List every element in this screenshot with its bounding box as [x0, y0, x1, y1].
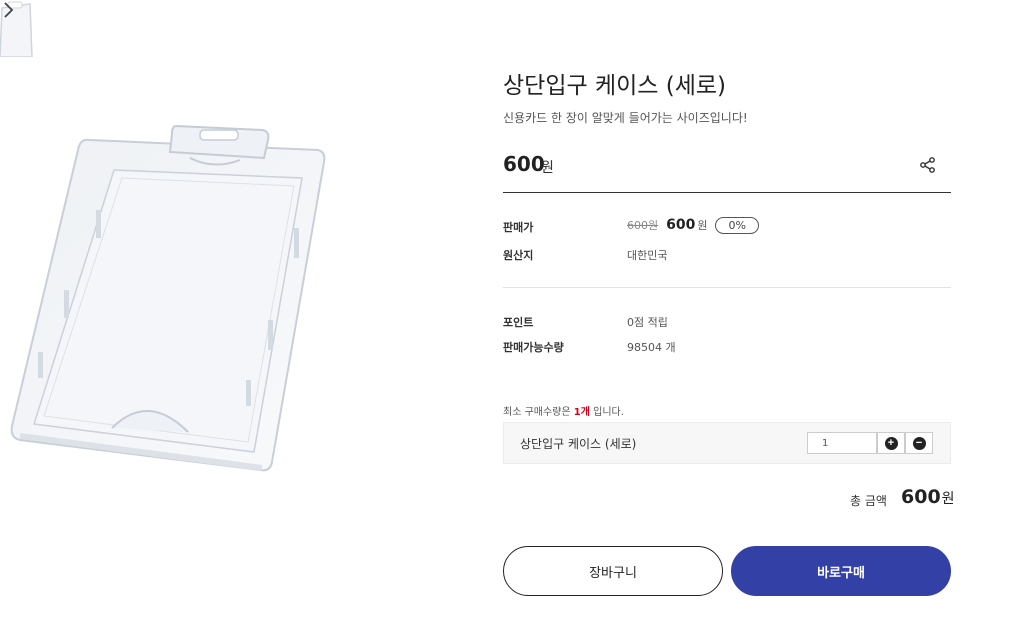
stock-value: 98504 개 — [627, 341, 676, 354]
total-price-unit: 원 — [941, 491, 955, 507]
stock-label: 판매가능수량 — [503, 341, 564, 354]
min-qty-prefix: 최소 구매수량은 — [503, 407, 574, 418]
sale-price-value: 600원 600 원 0% — [627, 217, 759, 234]
add-to-cart-button[interactable]: 장바구니 — [503, 546, 723, 596]
total-price-value: 600 — [901, 486, 941, 508]
price-unit: 원 — [541, 160, 554, 176]
divider — [503, 287, 951, 288]
chevron-right-icon[interactable] — [0, 0, 18, 20]
quantity-input[interactable] — [807, 432, 877, 454]
product-info: 상단입구 케이스 (세로) 신용카드 한 장이 알맞게 들어가는 사이즈입니다!… — [503, 0, 955, 635]
quantity-decrease-button[interactable]: − — [905, 432, 933, 454]
original-price: 600원 — [627, 219, 659, 232]
min-qty-value: 1개 — [573, 407, 590, 418]
product-price: 600 — [503, 152, 545, 176]
min-quantity-notice: 최소 구매수량은 1개 입니다. — [503, 403, 624, 418]
point-value: 0점 적립 — [627, 316, 668, 329]
product-title: 상단입구 케이스 (세로) — [503, 73, 727, 99]
origin-label: 원산지 — [503, 249, 534, 262]
selected-option: 상단입구 케이스 (세로) + − — [503, 422, 951, 464]
discount-badge: 0% — [715, 217, 759, 234]
origin-value: 대한민국 — [627, 249, 668, 262]
sale-price-unit: 원 — [697, 219, 708, 232]
minus-circle-icon: − — [912, 436, 926, 450]
share-icon[interactable] — [919, 156, 937, 174]
option-name: 상단입구 케이스 (세로) — [520, 437, 637, 451]
total-price: 600원 — [901, 486, 955, 508]
sale-price: 600 — [666, 217, 696, 233]
total-label: 총 금액 — [850, 494, 887, 508]
quantity-increase-button[interactable]: + — [877, 432, 905, 454]
product-subtitle: 신용카드 한 장이 알맞게 들어가는 사이즈입니다! — [503, 111, 748, 125]
price-row: 600 원 — [503, 150, 951, 193]
product-image — [10, 124, 326, 472]
sale-price-label: 판매가 — [503, 221, 534, 234]
min-qty-suffix: 입니다. — [589, 407, 624, 418]
point-label: 포인트 — [503, 316, 534, 329]
buy-now-button[interactable]: 바로구매 — [731, 546, 951, 596]
product-gallery — [0, 0, 470, 635]
plus-circle-icon: + — [884, 436, 898, 450]
